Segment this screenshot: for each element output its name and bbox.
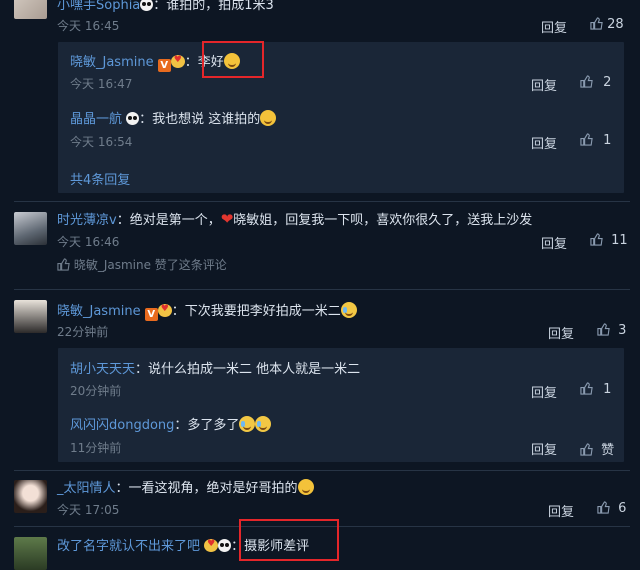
timestamp: 22分钟前 (57, 325, 109, 339)
like-button[interactable]: 赞 (580, 439, 614, 458)
verified-icon: V (157, 59, 171, 72)
reply-button[interactable]: 回复 (548, 501, 574, 520)
like-button[interactable]: 2 (580, 75, 611, 90)
laugh-emoji-icon (297, 479, 314, 495)
panda-icon (218, 539, 232, 552)
username[interactable]: 小嘿手Sophia (57, 0, 140, 13)
highlight-box (239, 519, 339, 561)
reply-box: 晓敏_Jasmine V：李好 今天 16:47 回复 2 晶晶一航 ：我也想说… (58, 42, 624, 193)
reply-button[interactable]: 回复 (531, 75, 557, 94)
laugh-cry-emoji-icon (340, 302, 357, 318)
reply-header: 风闪闪dongdong：多了多了 (70, 414, 272, 433)
username[interactable]: _太阳情人 (57, 481, 116, 496)
laugh-cry-emoji-icon (239, 416, 256, 432)
avatar[interactable] (14, 480, 47, 513)
username[interactable]: 晓敏_Jasmine (57, 304, 141, 319)
like-count: 1 (603, 133, 612, 148)
heart-badge-icon (170, 55, 185, 68)
like-count: 28 (607, 17, 624, 32)
divider (14, 201, 630, 202)
username[interactable]: 时光薄凉v (57, 213, 117, 228)
avatar[interactable] (14, 300, 47, 333)
reply-text: ：我也想说 这谁拍的 (139, 112, 261, 127)
comment-header: 晓敏_Jasmine V ：下次我要把李好拍成一米二 (57, 300, 357, 321)
comment-text: ：绝对是第一个， (116, 213, 221, 228)
like-button[interactable]: 28 (590, 17, 624, 32)
timestamp: 今天 16:54 (70, 135, 133, 149)
thumbs-up-icon (580, 382, 593, 395)
reply-button[interactable]: 回复 (531, 133, 557, 152)
like-count: 6 (618, 501, 627, 516)
heart-icon: ❤ (220, 210, 234, 228)
like-count: 赞 (601, 443, 615, 458)
thumbs-up-icon (580, 133, 593, 146)
like-count: 3 (618, 323, 627, 338)
thumbs-up-icon (580, 75, 593, 88)
reply-header: 胡小天天天：说什么拍成一米二 他本人就是一米二 (70, 358, 360, 377)
like-button[interactable]: 11 (590, 233, 628, 248)
username[interactable]: 胡小天天天 (70, 362, 135, 377)
thumbs-up-icon (580, 443, 593, 456)
heart-badge-icon (204, 539, 219, 552)
highlight-box (202, 41, 264, 78)
timestamp: 今天 16:46 (57, 235, 120, 249)
reply-header: 晶晶一航 ：我也想说 这谁拍的 (70, 108, 277, 127)
timestamp: 今天 16:45 (57, 19, 120, 33)
more-replies-link[interactable]: 共4条回复 (70, 169, 130, 188)
thumbs-up-icon (590, 233, 603, 246)
comment-text: ：下次我要把李好拍成一米二 (171, 304, 341, 319)
liked-note: 晓敏_Jasmine 赞了这条评论 (57, 256, 227, 273)
avatar[interactable] (14, 0, 47, 19)
laugh-cry-emoji-icon (255, 416, 272, 432)
comment-text: 晓敏姐，回复我一下呗，喜欢你很久了，送我上沙发 (233, 213, 533, 228)
reply-button[interactable]: 回复 (541, 17, 567, 36)
like-count: 2 (603, 75, 612, 90)
like-button[interactable]: 1 (580, 133, 611, 148)
liked-note-text: 晓敏_Jasmine 赞了这条评论 (73, 258, 227, 272)
timestamp: 今天 16:47 (70, 77, 133, 91)
divider (14, 289, 630, 290)
thumbs-up-icon (590, 17, 603, 30)
divider (14, 470, 630, 471)
reply-button[interactable]: 回复 (531, 439, 557, 458)
like-button[interactable]: 1 (580, 382, 611, 397)
comment-header: 小嘿手Sophia ：谁拍的，拍成1米3 (57, 0, 274, 13)
panda-icon (126, 112, 140, 125)
reply-box: 胡小天天天：说什么拍成一米二 他本人就是一米二 20分钟前 回复 1 风闪闪do… (58, 348, 624, 462)
like-count: 1 (603, 382, 612, 397)
thumbs-up-icon (57, 258, 70, 271)
comment-header: 时光薄凉v：绝对是第一个，❤晓敏姐，回复我一下呗，喜欢你很久了，送我上沙发 (57, 209, 532, 228)
reply-button[interactable]: 回复 (548, 323, 574, 342)
avatar[interactable] (14, 212, 47, 245)
username[interactable]: 晓敏_Jasmine (70, 55, 154, 70)
timestamp: 今天 17:05 (57, 503, 120, 517)
thumbs-up-icon (597, 323, 610, 336)
like-button[interactable]: 6 (597, 501, 626, 516)
thumbs-up-icon (597, 501, 610, 514)
reply-button[interactable]: 回复 (531, 382, 557, 401)
reply-text: ：说什么拍成一米二 他本人就是一米二 (135, 362, 361, 377)
avatar[interactable] (14, 537, 47, 570)
reply-text: ：多了多了 (174, 418, 240, 433)
comment-text: ：一看这视角，绝对是好哥拍的 (115, 481, 298, 496)
like-count: 11 (611, 233, 628, 248)
timestamp: 11分钟前 (70, 441, 122, 455)
username[interactable]: 改了名字就认不出来了吧 (57, 539, 200, 554)
verified-icon: V (144, 308, 158, 321)
like-button[interactable]: 3 (597, 323, 626, 338)
comment-text: ：谁拍的，拍成1米3 (153, 0, 274, 13)
laugh-emoji-icon (260, 110, 277, 126)
panda-icon (140, 0, 154, 11)
comment-header: _太阳情人：一看这视角，绝对是好哥拍的 (57, 477, 314, 496)
reply-button[interactable]: 回复 (541, 233, 567, 252)
username[interactable]: 晶晶一航 (70, 112, 122, 127)
heart-badge-icon (157, 304, 172, 317)
username[interactable]: 风闪闪dongdong (70, 418, 174, 433)
timestamp: 20分钟前 (70, 384, 122, 398)
